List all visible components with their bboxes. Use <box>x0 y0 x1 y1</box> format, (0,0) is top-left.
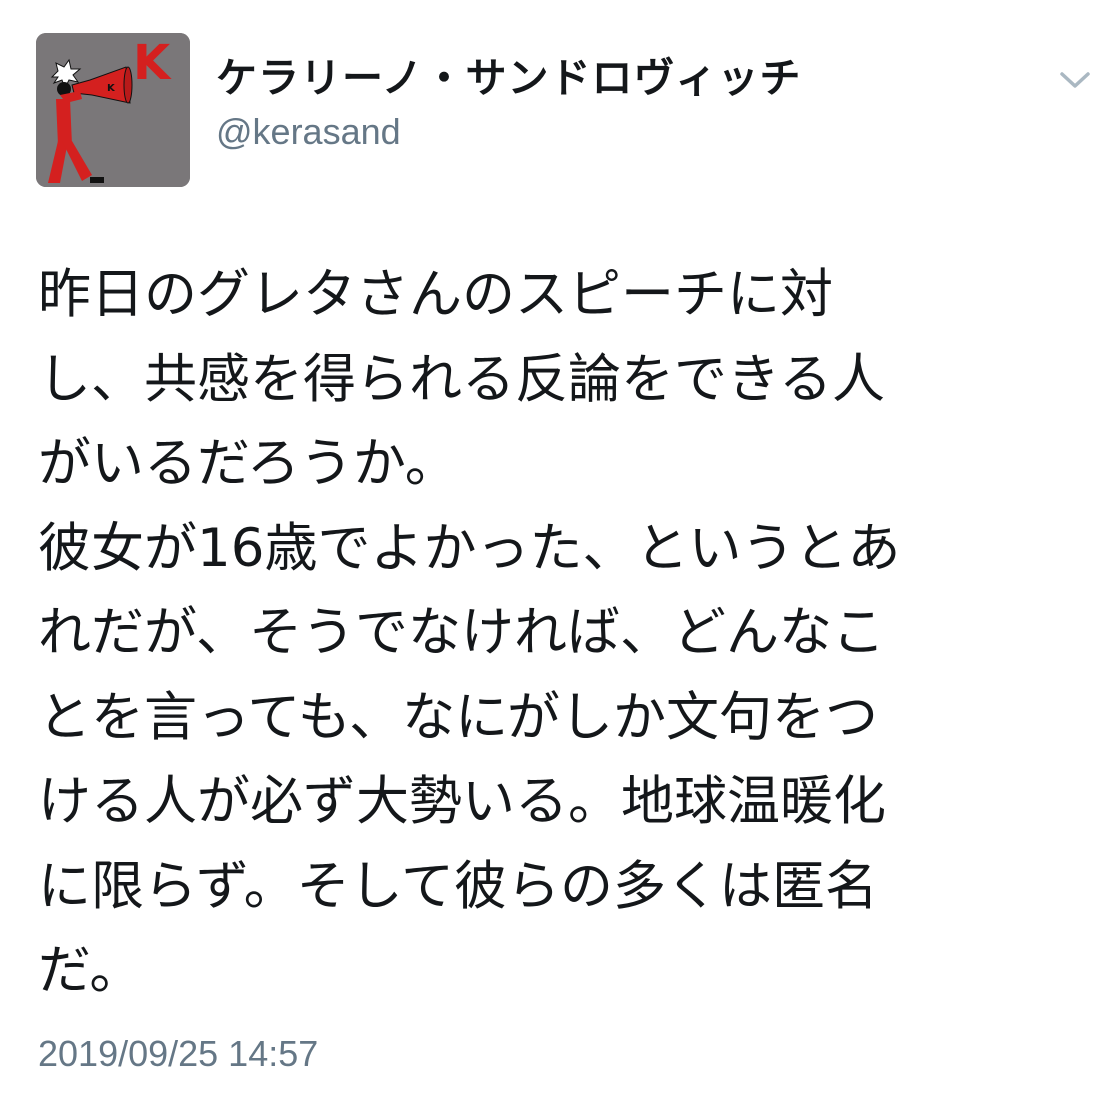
tweet-text-line: し、共感を得られる反論をできる人 <box>38 348 885 410</box>
avatar[interactable]: K K <box>36 33 190 187</box>
tweet-text-line: だ。 <box>38 940 143 1001</box>
tweet-menu-button[interactable] <box>1058 68 1092 92</box>
tweet-timestamp[interactable]: 2019/09/25 14:57 <box>38 1030 318 1078</box>
chevron-down-icon <box>1060 72 1090 88</box>
author-info: ケラリーノ・サンドロヴィッチ @kerasand <box>216 50 802 154</box>
tweet-text-line: に限らず。そして彼らの多くは匿名 <box>38 855 879 917</box>
tweet-text-line: とを言っても、なにがしか文句をつ <box>38 686 879 748</box>
tweet-text-line: 彼女が16歳でよかった、というとあ <box>38 517 901 579</box>
display-name[interactable]: ケラリーノ・サンドロヴィッチ <box>216 50 802 106</box>
megaphone-figure-avatar-icon: K K <box>36 33 190 187</box>
tweet-text: 昨日のグレタさんのスピーチに対 し、共感を得られる反論をできる人 がいるだろうか… <box>38 253 1078 1014</box>
tweet-text-line: 昨日のグレタさんのスピーチに対 <box>38 264 833 325</box>
avatar-letter-large: K <box>133 35 172 91</box>
tweet-text-line: ける人が必ず大勢いる。地球温暖化 <box>38 771 886 832</box>
tweet-text-line: がいるだろうか。 <box>38 433 458 494</box>
username-handle[interactable]: @kerasand <box>216 110 802 154</box>
avatar-letter-small: K <box>107 83 116 94</box>
tweet-text-line: れだが、そうでなければ、どんなこ <box>38 602 885 663</box>
